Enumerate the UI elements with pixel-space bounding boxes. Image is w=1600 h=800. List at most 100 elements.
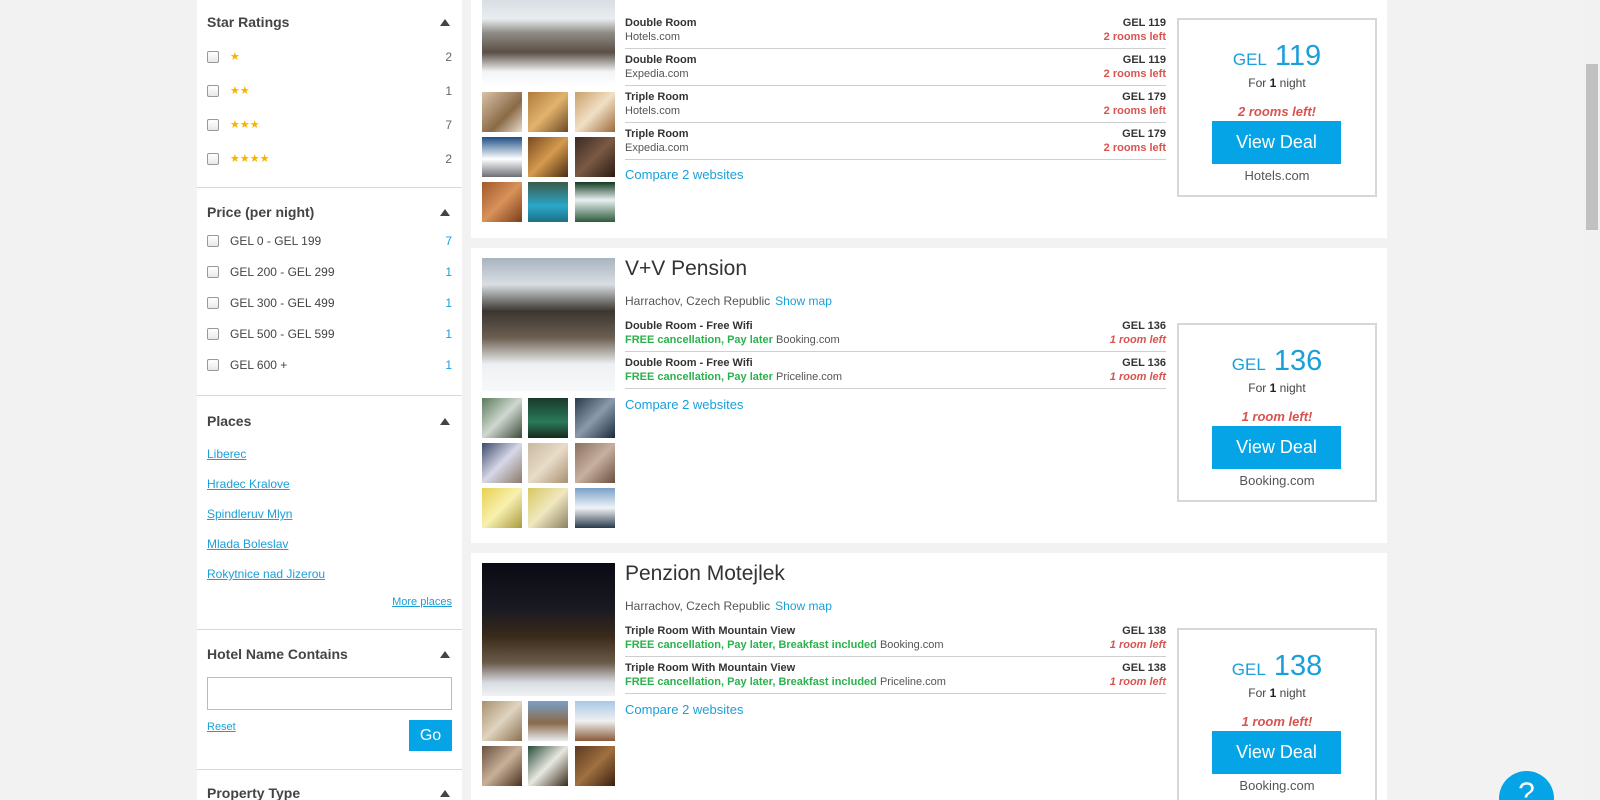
view-deal-button[interactable]: View Deal xyxy=(1212,731,1341,774)
hotel-thumbnail[interactable] xyxy=(575,398,615,438)
place-link[interactable]: Spindleruv Mlyn xyxy=(207,507,292,521)
hotel-name[interactable]: Penzion Motejlek xyxy=(625,562,785,586)
hotel-main-photo[interactable] xyxy=(482,563,615,696)
hotel-main-photo[interactable] xyxy=(482,0,615,86)
hotel-thumbnail[interactable] xyxy=(482,488,522,528)
filter-title: Property Type xyxy=(207,785,301,800)
collapse-caret-icon[interactable] xyxy=(440,417,450,425)
price-header[interactable]: Price (per night) xyxy=(207,204,452,220)
hotel-thumbnail[interactable] xyxy=(482,92,522,132)
hotel-name-header[interactable]: Hotel Name Contains xyxy=(207,646,452,662)
compare-websites-link[interactable]: Compare 2 websites xyxy=(625,397,744,412)
hotel-thumbnail[interactable] xyxy=(528,488,568,528)
star-filter-item[interactable]: ★★★★ 2 xyxy=(207,152,452,166)
rooms-left-alert: 2 rooms left! xyxy=(1237,104,1316,119)
room-type: Triple Room xyxy=(625,91,689,103)
checkbox[interactable] xyxy=(207,266,219,278)
place-link[interactable]: Mlada Boleslav xyxy=(207,537,288,551)
provider: Expedia.com xyxy=(625,142,689,154)
scrollbar-thumb[interactable] xyxy=(1586,64,1598,230)
provider: Expedia.com xyxy=(625,68,689,80)
nights-label: For 1 night xyxy=(1179,76,1375,90)
deal-row[interactable]: Triple Room With Mountain View FREE canc… xyxy=(625,657,1166,694)
hotel-main-photo[interactable] xyxy=(482,258,615,391)
collapse-caret-icon[interactable] xyxy=(440,18,450,26)
hotel-thumbnail[interactable] xyxy=(528,398,568,438)
checkbox[interactable] xyxy=(207,84,219,97)
checkbox[interactable] xyxy=(207,328,219,340)
hotel-thumbnail[interactable] xyxy=(528,182,568,222)
hotel-thumbnail[interactable] xyxy=(575,701,615,741)
deal-row[interactable]: Triple Room With Mountain View FREE canc… xyxy=(625,620,1166,657)
deal-row[interactable]: Double Room Expedia.com GEL 119 2 rooms … xyxy=(625,49,1166,86)
checkbox[interactable] xyxy=(207,50,219,63)
compare-websites-link[interactable]: Compare 2 websites xyxy=(625,167,744,182)
hotel-thumbnail[interactable] xyxy=(482,701,522,741)
price-filter-item[interactable]: GEL 0 - GEL 199 7 xyxy=(207,234,452,248)
location-text: Harrachov, Czech Republic xyxy=(625,599,771,613)
hotel-thumbnail[interactable] xyxy=(482,746,522,786)
property-type-header[interactable]: Property Type xyxy=(207,785,452,800)
hotel-thumbnail[interactable] xyxy=(575,746,615,786)
checkbox[interactable] xyxy=(207,152,219,165)
deal-row[interactable]: Double Room - Free Wifi FREE cancellatio… xyxy=(625,352,1166,389)
hotel-thumbnail[interactable] xyxy=(482,137,522,177)
page-scrollbar[interactable] xyxy=(1584,0,1600,800)
star-ratings-header[interactable]: Star Ratings xyxy=(207,14,452,30)
filter-count: 7 xyxy=(445,117,452,132)
help-question-icon[interactable]: ? xyxy=(1499,771,1554,800)
star-filter-item[interactable]: ★★★ 7 xyxy=(207,117,452,132)
filter-count: 1 xyxy=(445,327,452,341)
deal-row[interactable]: Double Room Hotels.com GEL 119 2 rooms l… xyxy=(625,12,1166,49)
reset-link[interactable]: Reset xyxy=(207,721,236,733)
deal-price: GEL 138 xyxy=(1122,625,1166,637)
hotel-thumbnail[interactable] xyxy=(575,92,615,132)
collapse-caret-icon[interactable] xyxy=(440,650,450,658)
checkbox[interactable] xyxy=(207,118,219,131)
deal-row[interactable]: Double Room - Free Wifi FREE cancellatio… xyxy=(625,315,1166,352)
view-deal-button[interactable]: View Deal xyxy=(1212,121,1341,164)
hotel-thumbnail[interactable] xyxy=(528,443,568,483)
hotel-thumbnail[interactable] xyxy=(528,92,568,132)
checkbox[interactable] xyxy=(207,297,219,309)
hotel-thumbnail[interactable] xyxy=(575,137,615,177)
star-filter-item[interactable]: ★★ 1 xyxy=(207,83,452,98)
rooms-left: 2 rooms left xyxy=(1103,31,1166,43)
price-filter-item[interactable]: GEL 500 - GEL 599 1 xyxy=(207,327,452,341)
go-button[interactable]: Go xyxy=(409,720,452,751)
places-header[interactable]: Places xyxy=(207,413,452,429)
deal-price: GEL 136 xyxy=(1122,357,1166,369)
hotel-thumbnail[interactable] xyxy=(482,443,522,483)
more-places-link[interactable]: More places xyxy=(392,596,452,608)
hotel-thumbnail[interactable] xyxy=(575,488,615,528)
view-deal-button[interactable]: View Deal xyxy=(1212,426,1341,469)
hotel-thumbnail[interactable] xyxy=(528,701,568,741)
checkbox[interactable] xyxy=(207,359,219,371)
place-link[interactable]: Hradec Kralove xyxy=(207,477,290,491)
price-filter-item[interactable]: GEL 600 + 1 xyxy=(207,358,452,372)
compare-websites-link[interactable]: Compare 2 websites xyxy=(625,702,744,717)
collapse-caret-icon[interactable] xyxy=(440,208,450,216)
show-map-link[interactable]: Show map xyxy=(775,599,832,613)
hotel-thumbnail[interactable] xyxy=(482,182,522,222)
hotel-name-input[interactable] xyxy=(207,677,452,710)
hotel-thumbnail[interactable] xyxy=(482,398,522,438)
price-filter-item[interactable]: GEL 200 - GEL 299 1 xyxy=(207,265,452,279)
provider-name: Priceline.com xyxy=(879,676,946,688)
collapse-caret-icon[interactable] xyxy=(440,789,450,797)
checkbox[interactable] xyxy=(207,235,219,247)
filter-count: 1 xyxy=(445,83,452,98)
best-price: GEL 138 xyxy=(1179,650,1375,683)
deal-row[interactable]: Triple Room Hotels.com GEL 179 2 rooms l… xyxy=(625,86,1166,123)
hotel-name[interactable]: V+V Pension xyxy=(625,257,747,281)
hotel-thumbnail[interactable] xyxy=(575,182,615,222)
hotel-thumbnail[interactable] xyxy=(575,443,615,483)
hotel-thumbnail[interactable] xyxy=(528,746,568,786)
price-filter-item[interactable]: GEL 300 - GEL 499 1 xyxy=(207,296,452,310)
place-link[interactable]: Liberec xyxy=(207,447,246,461)
deal-row[interactable]: Triple Room Expedia.com GEL 179 2 rooms … xyxy=(625,123,1166,160)
place-link[interactable]: Rokytnice nad Jizerou xyxy=(207,567,325,581)
star-filter-item[interactable]: ★ 2 xyxy=(207,50,452,64)
show-map-link[interactable]: Show map xyxy=(775,294,832,308)
hotel-thumbnail[interactable] xyxy=(528,137,568,177)
